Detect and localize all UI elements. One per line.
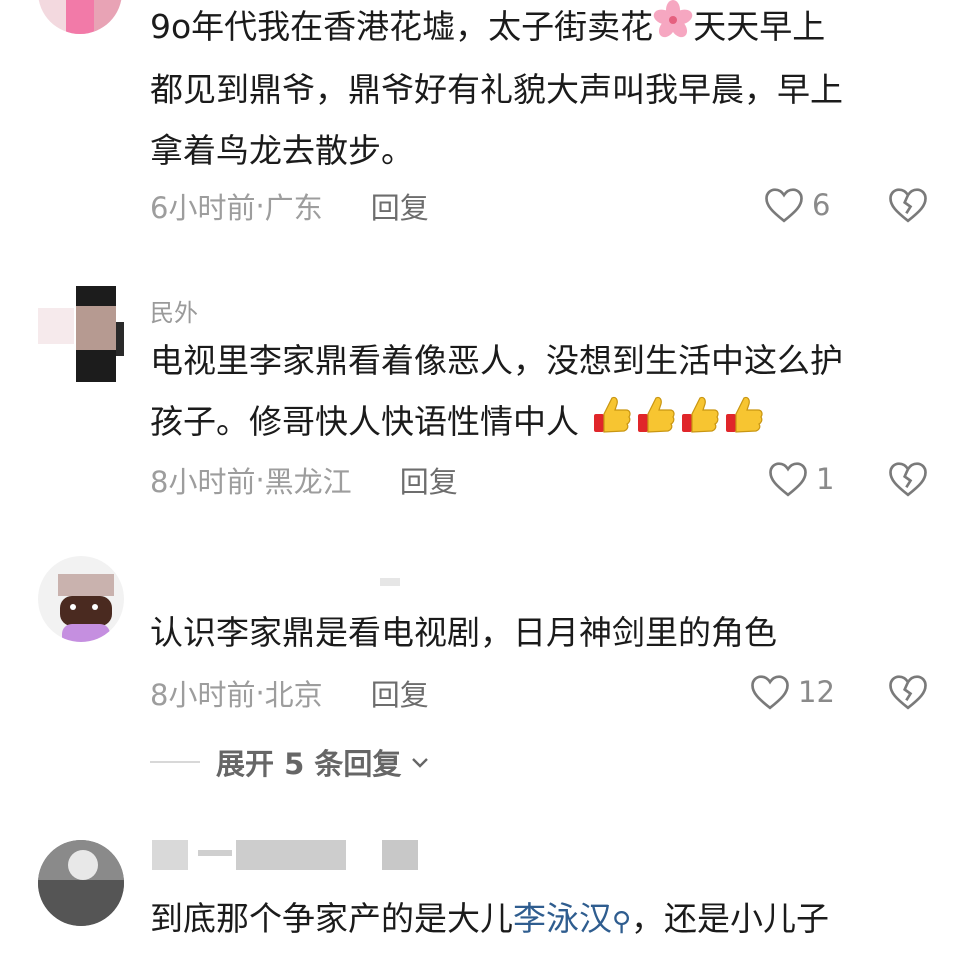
thumbs-up-emoji — [634, 392, 678, 455]
expand-replies-button[interactable]: 展开 5 条回复 — [150, 740, 431, 784]
thumbs-up-emoji — [590, 392, 634, 455]
search-icon: ⚲ — [612, 907, 632, 937]
location: 黑龙江 — [264, 465, 352, 499]
comment-text: 电视里李家鼎看着像恶人，没想到生活中这么护 孩子。修哥快人快语性情中人 — [150, 330, 940, 455]
like-button[interactable]: 6 — [764, 186, 830, 224]
comment-text-segment: 9o年代我在香港花墟，太子街卖花 — [150, 7, 654, 46]
thumbs-up-emoji — [678, 392, 722, 455]
location: 广东 — [264, 191, 323, 225]
comment-text-segment: 天天早上 — [693, 7, 826, 46]
comment-meta: 8小时前 · 黑龙江 回复 — [150, 460, 458, 500]
avatar[interactable] — [38, 282, 124, 382]
avatar[interactable] — [38, 0, 122, 34]
username-blur — [382, 840, 418, 870]
thumbs-up-emoji — [722, 392, 766, 455]
dislike-button[interactable] — [888, 460, 928, 502]
location: 北京 — [264, 678, 323, 712]
comment-text-segment: 认识李家鼎是看电视剧，日月神剑里的角色 — [150, 613, 777, 652]
broken-heart-icon — [889, 188, 927, 223]
username[interactable]: 民外 — [150, 293, 198, 328]
username-blur — [236, 840, 346, 870]
broken-heart-icon — [889, 462, 927, 497]
like-button[interactable]: 12 — [750, 673, 835, 711]
timestamp: 8小时前 — [150, 465, 256, 499]
reply-button[interactable]: 回复 — [371, 185, 429, 227]
username-blur — [198, 850, 232, 856]
dislike-button[interactable] — [888, 186, 928, 228]
like-count: 6 — [812, 188, 831, 222]
heart-outline-icon — [765, 188, 803, 223]
like-count: 12 — [798, 675, 835, 709]
comment-text-segment: 孩子。修哥快人快语性情中人 — [150, 402, 579, 441]
heart-outline-icon — [751, 675, 789, 710]
comment-text-segment: ，还是小儿子 — [631, 899, 830, 938]
meta-separator: · — [255, 676, 265, 710]
expand-replies-label: 展开 5 条回复 — [216, 747, 402, 781]
dislike-button[interactable] — [888, 673, 928, 715]
comment-meta: 6小时前 · 广东 回复 — [150, 186, 429, 226]
comment-text: 到底那个争家产的是大儿李泳汉⚲，还是小儿子 — [150, 888, 940, 953]
comment-text-segment: 都见到鼎爷，鼎爷好有礼貌大声叫我早晨，早上 — [150, 70, 843, 109]
reply-button[interactable]: 回复 — [400, 459, 458, 501]
divider — [150, 761, 200, 763]
like-count: 1 — [816, 462, 835, 496]
user-mention-link[interactable]: 李泳汉 — [513, 899, 612, 938]
meta-separator: · — [255, 189, 265, 223]
avatar[interactable] — [38, 840, 124, 926]
comment-text-segment: 到底那个争家产的是大儿 — [150, 899, 513, 938]
comment-text: 认识李家鼎是看电视剧，日月神剑里的角色 — [150, 602, 940, 663]
cherry-blossom-emoji — [653, 0, 693, 59]
comment-text-segment: 电视里李家鼎看着像恶人，没想到生活中这么护 — [150, 341, 843, 380]
meta-separator: · — [255, 463, 265, 497]
broken-heart-icon — [889, 675, 927, 710]
comment-meta: 8小时前 · 北京 回复 — [150, 673, 429, 713]
chevron-down-icon — [412, 758, 429, 768]
comment-text: 9o年代我在香港花墟，太子街卖花 天天早上 都见到鼎爷，鼎爷好有礼貌大声叫我早晨… — [150, 0, 940, 181]
timestamp: 6小时前 — [150, 191, 256, 225]
heart-outline-icon — [769, 462, 807, 497]
reply-button[interactable]: 回复 — [371, 672, 429, 714]
like-button[interactable]: 1 — [768, 460, 834, 498]
timestamp: 8小时前 — [150, 678, 256, 712]
username[interactable] — [152, 840, 188, 870]
avatar[interactable] — [38, 556, 124, 642]
username[interactable] — [380, 578, 400, 586]
comment-text-segment: 拿着鸟龙去散步。 — [150, 131, 414, 170]
